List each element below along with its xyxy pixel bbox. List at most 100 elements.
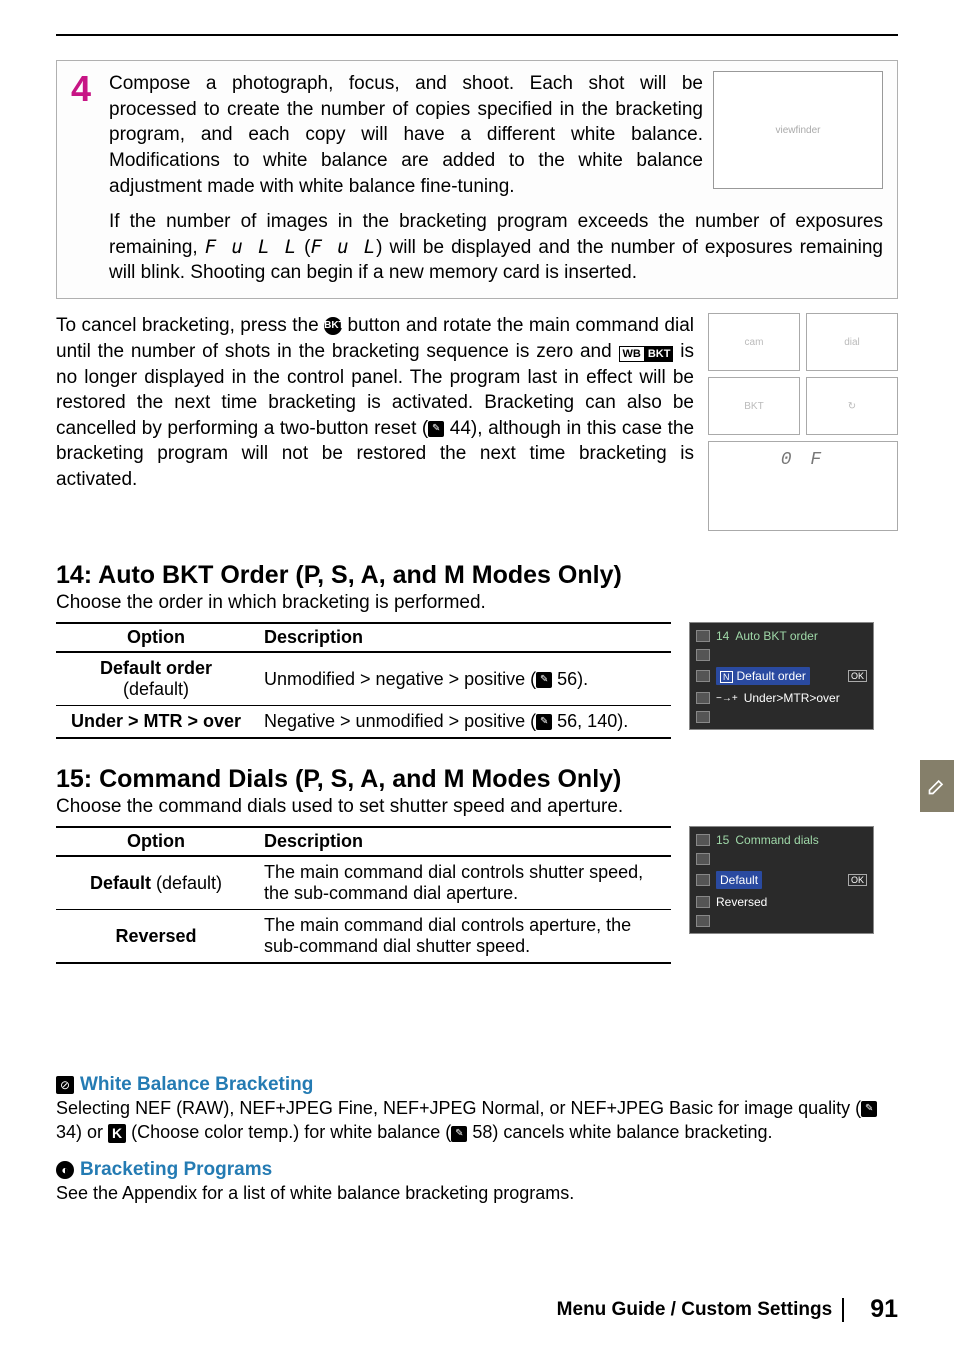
section-15-table: Option Description Default (default) The…: [56, 826, 671, 964]
step-4-block: 4 Compose a photograph, focus, and shoot…: [56, 60, 898, 299]
pencil-icon: [927, 776, 947, 796]
col-description: Description: [256, 623, 671, 652]
menu-item-2-label: Under>MTR>over: [744, 691, 840, 705]
option-cell: Under > MTR > over: [56, 706, 256, 739]
desc-refs: 56, 140).: [552, 711, 628, 731]
k-chip: K: [108, 1124, 126, 1143]
b4: NEF+JPEG Basic: [571, 1098, 714, 1118]
wb-bkt-indicator: WBBKT: [619, 339, 674, 365]
page-number: 91: [870, 1295, 898, 1324]
badge-n: N: [720, 671, 733, 683]
cancel-bracketing-block: To cancel bracketing, press the BKT butt…: [56, 313, 898, 531]
footer-path: Menu Guide / Custom Settings: [557, 1299, 833, 1321]
camera-icon: [696, 853, 710, 865]
section-14-table: Option Description Default order (defaul…: [56, 622, 671, 739]
desc-cell: The main command dial controls aperture,…: [256, 910, 671, 964]
desc-text: Negative > unmodified > positive (: [264, 711, 536, 731]
page-footer: Menu Guide / Custom Settings 91: [56, 1295, 898, 1324]
bkt-chip: BKT: [645, 346, 674, 362]
menu-screenshot-15: 15 Command dials Default OK Reversed: [689, 826, 874, 934]
opt-paren: (default): [151, 873, 222, 893]
note-wb-header: ⊘ White Balance Bracketing: [56, 1074, 898, 1096]
rotate-dial-illustration: ↻: [806, 377, 898, 435]
col-option: Option: [56, 623, 256, 652]
desc-cell: Negative > unmodified > positive (✎ 56, …: [256, 706, 671, 739]
or: , or: [540, 1098, 571, 1118]
option-cell: Default (default): [56, 856, 256, 910]
prohibit-icon: ⊘: [56, 1076, 74, 1094]
t3: ) for white balance (: [293, 1122, 451, 1142]
menu-item-2-pre: −→+: [716, 693, 738, 704]
col-description: Description: [256, 827, 671, 856]
note-wb-body: Selecting NEF (RAW), NEF+JPEG Fine, NEF+…: [56, 1096, 898, 1145]
menu-title: Command dials: [735, 833, 818, 847]
opt: Default: [90, 873, 151, 893]
top-rule: [56, 34, 898, 36]
note-wb-title: White Balance Bracketing: [80, 1074, 313, 1096]
full-indicator-1: F u L L: [205, 236, 297, 258]
opt-line1: Default order: [100, 658, 212, 678]
bkt-button-illustration: BKT: [708, 377, 800, 435]
menu-item-reversed: Reversed: [716, 895, 767, 909]
ok-indicator: OK: [848, 874, 867, 886]
cancel-figures: cam dial BKT ↻ 0 F: [708, 313, 898, 531]
cancel-text: To cancel bracketing, press the BKT butt…: [56, 313, 694, 531]
play-icon: [696, 630, 710, 642]
desc-cell: Unmodified > negative > positive (✎ 56).: [256, 652, 671, 706]
step-text-2b: (: [297, 237, 310, 258]
table-row: Default order (default) Unmodified > neg…: [56, 652, 671, 706]
lcd-panel-illustration: 0 F: [708, 441, 898, 531]
b1: NEF (RAW): [135, 1098, 229, 1118]
desc-refs: 56).: [552, 669, 588, 689]
notes-block: ⊘ White Balance Bracketing Selecting NEF…: [56, 1074, 898, 1205]
section-14-title: 14: Auto BKT Order (P, S, A, and M Modes…: [56, 561, 898, 590]
desc-text: Unmodified > negative > positive (: [264, 669, 536, 689]
menu-title: Auto BKT order: [735, 629, 818, 643]
ok-indicator: OK: [848, 670, 867, 682]
note-bp-body: See the Appendix for a list of white bal…: [56, 1181, 898, 1205]
section-thumb-tab: [920, 760, 954, 812]
wb-chip: WB: [619, 346, 645, 362]
page-ref-icon: ✎: [536, 672, 552, 688]
b3: NEF+JPEG Normal: [383, 1098, 540, 1118]
footer-divider: [842, 1298, 844, 1322]
b2: NEF+JPEG Fine: [239, 1098, 373, 1118]
full-indicator-2: F u L: [310, 236, 376, 258]
camera-back-illustration: cam: [708, 313, 800, 371]
t: Selecting: [56, 1098, 135, 1118]
command-dial-illustration: dial: [806, 313, 898, 371]
note-bp-title: Bracketing Programs: [80, 1159, 272, 1181]
bkt-button-icon: BKT: [324, 317, 342, 335]
pencil-icon: [696, 670, 710, 682]
wrench-icon: [696, 896, 710, 908]
menu-num: 15: [716, 833, 729, 847]
page-ref-icon: ✎: [861, 1101, 877, 1117]
help-icon: [696, 915, 710, 927]
table-row: Reversed The main command dial controls …: [56, 910, 671, 964]
viewfinder-illustration: viewfinder: [713, 71, 883, 189]
table-row: Under > MTR > over Negative > unmodified…: [56, 706, 671, 739]
table-row: Default (default) The main command dial …: [56, 856, 671, 910]
camera-icon: [696, 649, 710, 661]
info-icon: ◐: [56, 1161, 74, 1179]
page-ref-icon: ✎: [428, 421, 444, 437]
menu-num: 14: [716, 629, 729, 643]
menu-item-default: N Default order: [716, 667, 810, 685]
note-bp-header: ◐ Bracketing Programs: [56, 1159, 898, 1181]
r2: 58) cancels white balance bracketing.: [467, 1122, 772, 1142]
section-15-sub: Choose the command dials used to set shu…: [56, 796, 898, 818]
cancel-text-a: To cancel bracketing, press the: [56, 315, 324, 336]
menu-item-default: Default: [716, 871, 762, 889]
step-text-1: Compose a photograph, focus, and shoot. …: [109, 71, 703, 199]
r1: 34) or: [56, 1122, 108, 1142]
po: (: [126, 1122, 137, 1142]
page-ref-icon: ✎: [536, 714, 552, 730]
opt-line2: (default): [123, 679, 189, 699]
menu-screenshot-14: 14 Auto BKT order N Default order OK −→+ Und…: [689, 622, 874, 730]
option-cell: Reversed: [56, 910, 256, 964]
cancel-ref-1: 44: [450, 418, 471, 439]
menu-item-1-label: Default order: [737, 669, 806, 683]
desc-cell: The main command dial controls shutter s…: [256, 856, 671, 910]
step-text-2: If the number of images in the bracketin…: [109, 209, 883, 286]
wrench-icon: [696, 692, 710, 704]
